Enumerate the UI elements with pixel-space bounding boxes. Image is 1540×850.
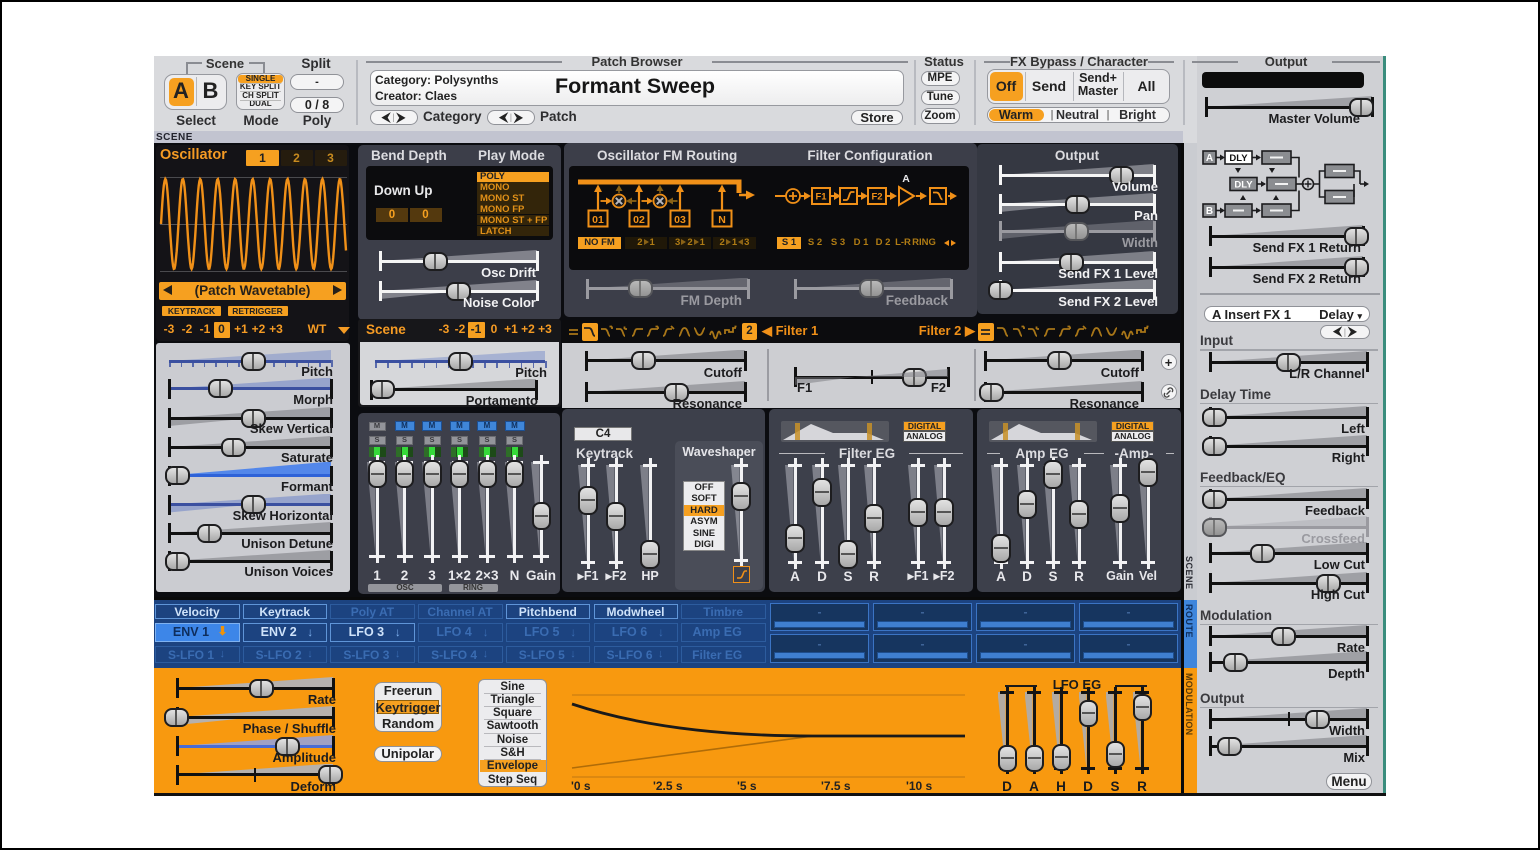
svg-text:DLY: DLY [1229,153,1248,164]
svg-text:02: 02 [633,214,645,226]
svg-text:N: N [718,214,726,226]
svg-text:A: A [1206,153,1213,164]
svg-text:B: B [1206,206,1213,217]
svg-text:F2: F2 [871,192,882,203]
svg-text:DLY: DLY [1234,180,1253,191]
svg-text:03: 03 [674,214,686,226]
svg-text:F1: F1 [815,192,827,203]
svg-text:01: 01 [592,214,604,226]
